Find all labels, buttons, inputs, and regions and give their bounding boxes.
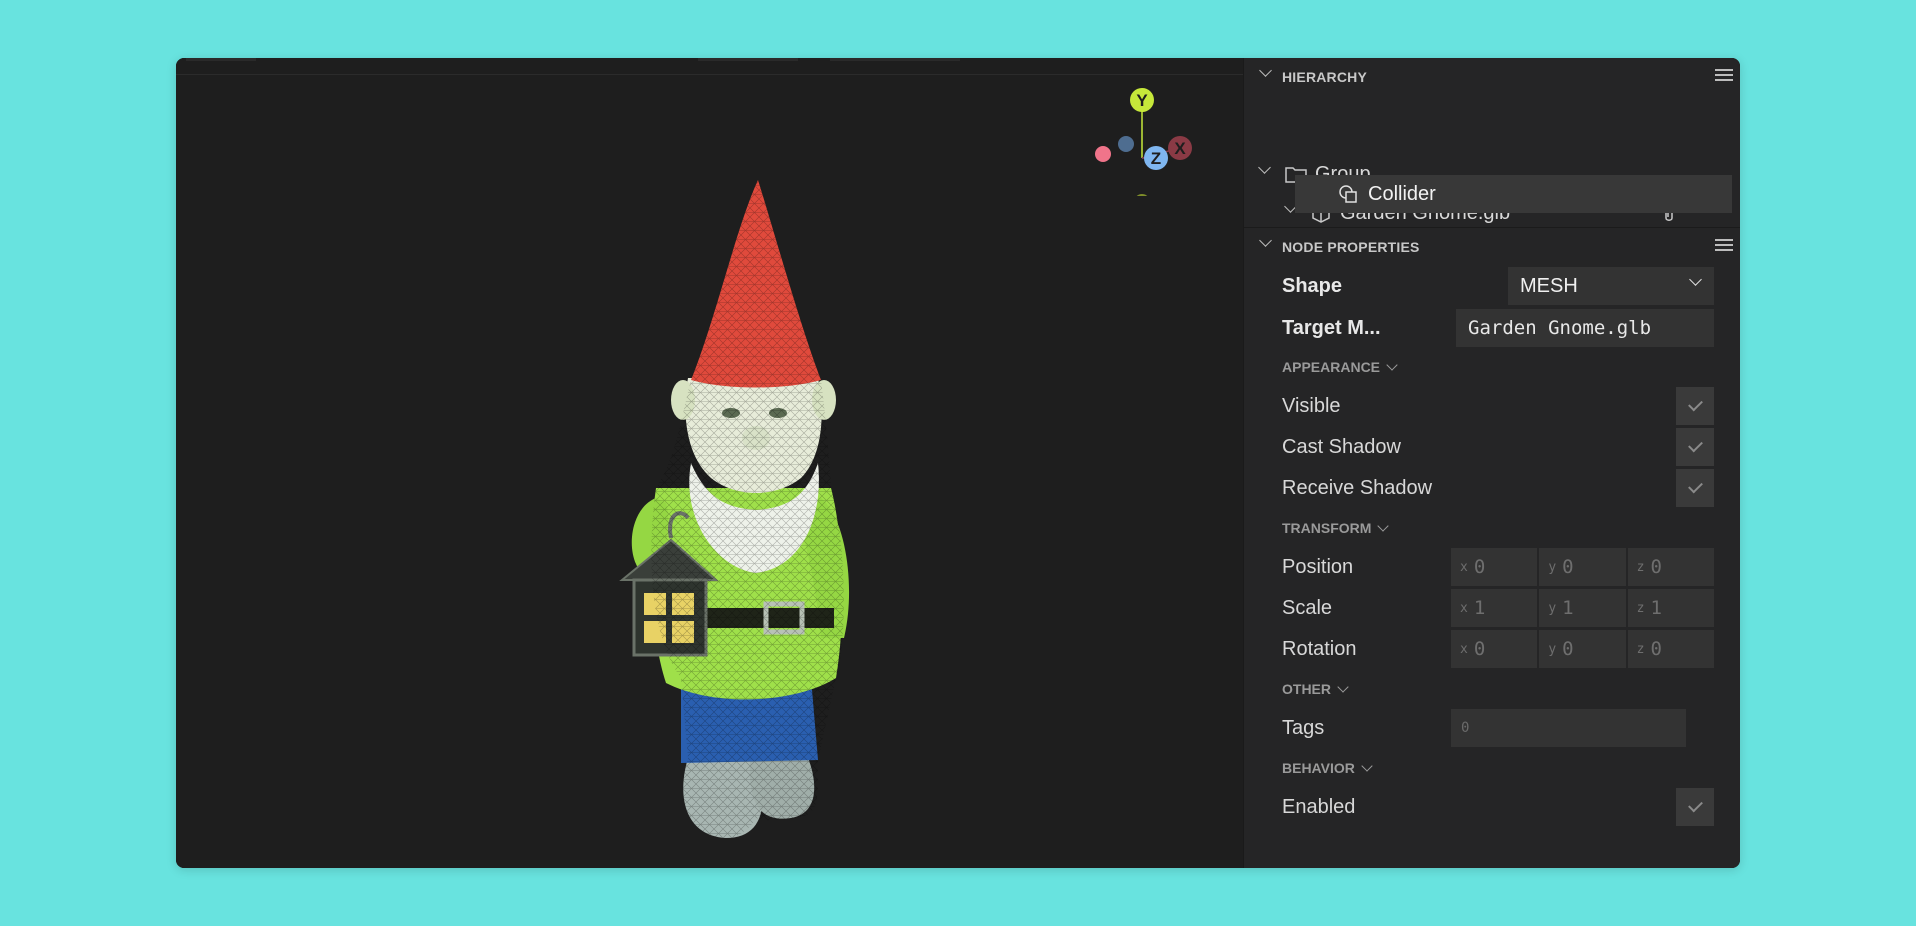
transform-title: TRANSFORM bbox=[1282, 520, 1372, 536]
hamburger-menu-icon[interactable] bbox=[1715, 69, 1733, 83]
toolbar-tab[interactable] bbox=[698, 58, 798, 61]
chevron-down-icon[interactable] bbox=[1386, 359, 1398, 371]
rotation-y-input[interactable]: y0 bbox=[1539, 630, 1626, 668]
rotation-vector: x0 y0 z0 bbox=[1451, 630, 1714, 668]
shape-select[interactable]: MESH bbox=[1508, 267, 1714, 305]
transform-header[interactable]: TRANSFORM bbox=[1282, 520, 1390, 536]
node-properties-title: NODE PROPERTIES bbox=[1282, 239, 1420, 255]
cast-shadow-checkbox[interactable] bbox=[1676, 428, 1714, 466]
gizmo-neg-x-dot bbox=[1095, 146, 1111, 162]
tree-item-label: Collider bbox=[1368, 183, 1436, 205]
chevron-down-icon[interactable] bbox=[1259, 234, 1272, 247]
orientation-gizmo[interactable]: Y X Z bbox=[1084, 86, 1194, 196]
target-mesh-field[interactable]: Garden Gnome.glb bbox=[1456, 309, 1714, 347]
receive-shadow-checkbox[interactable] bbox=[1676, 469, 1714, 507]
other-header[interactable]: OTHER bbox=[1282, 681, 1349, 697]
collider-shapes-icon bbox=[1339, 185, 1357, 203]
node-properties-header[interactable]: NODE PROPERTIES bbox=[1244, 228, 1740, 264]
chevron-down-icon[interactable] bbox=[1258, 161, 1271, 174]
position-vector: x0 y0 z0 bbox=[1451, 548, 1714, 586]
scale-z-input[interactable]: z1 bbox=[1627, 589, 1714, 627]
rotation-z-input[interactable]: z0 bbox=[1627, 630, 1714, 668]
receive-shadow-label: Receive Shadow bbox=[1282, 477, 1433, 499]
3d-viewport[interactable]: Y X Z bbox=[176, 58, 1243, 868]
enabled-checkbox[interactable] bbox=[1676, 788, 1714, 826]
visible-checkbox[interactable] bbox=[1676, 387, 1714, 425]
tags-placeholder: 0 bbox=[1461, 720, 1470, 736]
appearance-title: APPEARANCE bbox=[1282, 359, 1381, 375]
scale-vector: x1 y1 z1 bbox=[1451, 589, 1714, 627]
chevron-down-icon[interactable] bbox=[1259, 64, 1272, 77]
checkmark-icon bbox=[1687, 437, 1703, 453]
shape-select-value: MESH bbox=[1520, 274, 1578, 297]
tags-input[interactable]: 0 bbox=[1451, 709, 1686, 747]
position-label: Position bbox=[1282, 556, 1354, 578]
scale-label: Scale bbox=[1282, 597, 1333, 619]
scale-y-input[interactable]: y1 bbox=[1539, 589, 1626, 627]
gizmo-z-label: Z bbox=[1151, 149, 1161, 168]
behavior-title: BEHAVIOR bbox=[1282, 760, 1355, 776]
inspector-panel: HIERARCHY Group Garden Gnome.glb Collide… bbox=[1243, 58, 1740, 868]
shape-label: Shape bbox=[1282, 275, 1343, 297]
visible-label: Visible bbox=[1282, 395, 1341, 417]
chevron-down-icon[interactable] bbox=[1377, 520, 1390, 532]
rotation-x-input[interactable]: x0 bbox=[1451, 630, 1538, 668]
rotation-label: Rotation bbox=[1282, 638, 1357, 660]
hierarchy-title: HIERARCHY bbox=[1282, 69, 1368, 85]
chevron-down-icon bbox=[1689, 273, 1702, 286]
target-mesh-label: Target M... bbox=[1282, 317, 1381, 339]
gizmo-x-label: X bbox=[1174, 139, 1186, 158]
position-z-input[interactable]: z0 bbox=[1627, 548, 1714, 586]
garden-gnome-model[interactable] bbox=[426, 118, 896, 838]
viewport-toolbar bbox=[176, 58, 1243, 75]
appearance-header[interactable]: APPEARANCE bbox=[1282, 359, 1398, 375]
cast-shadow-label: Cast Shadow bbox=[1282, 436, 1401, 458]
editor-window: Y X Z HIERARCHY Group Garden Gnome.glb C… bbox=[176, 58, 1740, 868]
toolbar-tab[interactable] bbox=[830, 58, 960, 61]
chevron-down-icon[interactable] bbox=[1337, 681, 1349, 693]
gizmo-neg-z-dot bbox=[1118, 136, 1134, 152]
chevron-down-icon[interactable] bbox=[1361, 760, 1373, 772]
gizmo-neg-y-dot bbox=[1136, 194, 1148, 196]
enabled-label: Enabled bbox=[1282, 796, 1356, 818]
position-x-input[interactable]: x0 bbox=[1451, 548, 1538, 586]
scale-x-input[interactable]: x1 bbox=[1451, 589, 1538, 627]
checkmark-icon bbox=[1687, 797, 1703, 813]
checkmark-icon bbox=[1687, 478, 1703, 494]
checkmark-icon bbox=[1687, 396, 1703, 412]
other-title: OTHER bbox=[1282, 681, 1331, 697]
hamburger-menu-icon[interactable] bbox=[1715, 239, 1733, 253]
tree-item-collider[interactable]: Collider bbox=[1295, 175, 1732, 213]
target-mesh-value: Garden Gnome.glb bbox=[1468, 317, 1652, 339]
gizmo-y-label: Y bbox=[1136, 91, 1148, 110]
tags-label: Tags bbox=[1282, 717, 1325, 739]
toolbar-tab[interactable] bbox=[186, 58, 256, 61]
position-y-input[interactable]: y0 bbox=[1539, 548, 1626, 586]
behavior-header[interactable]: BEHAVIOR bbox=[1282, 760, 1373, 776]
hierarchy-header[interactable]: HIERARCHY bbox=[1244, 58, 1740, 94]
